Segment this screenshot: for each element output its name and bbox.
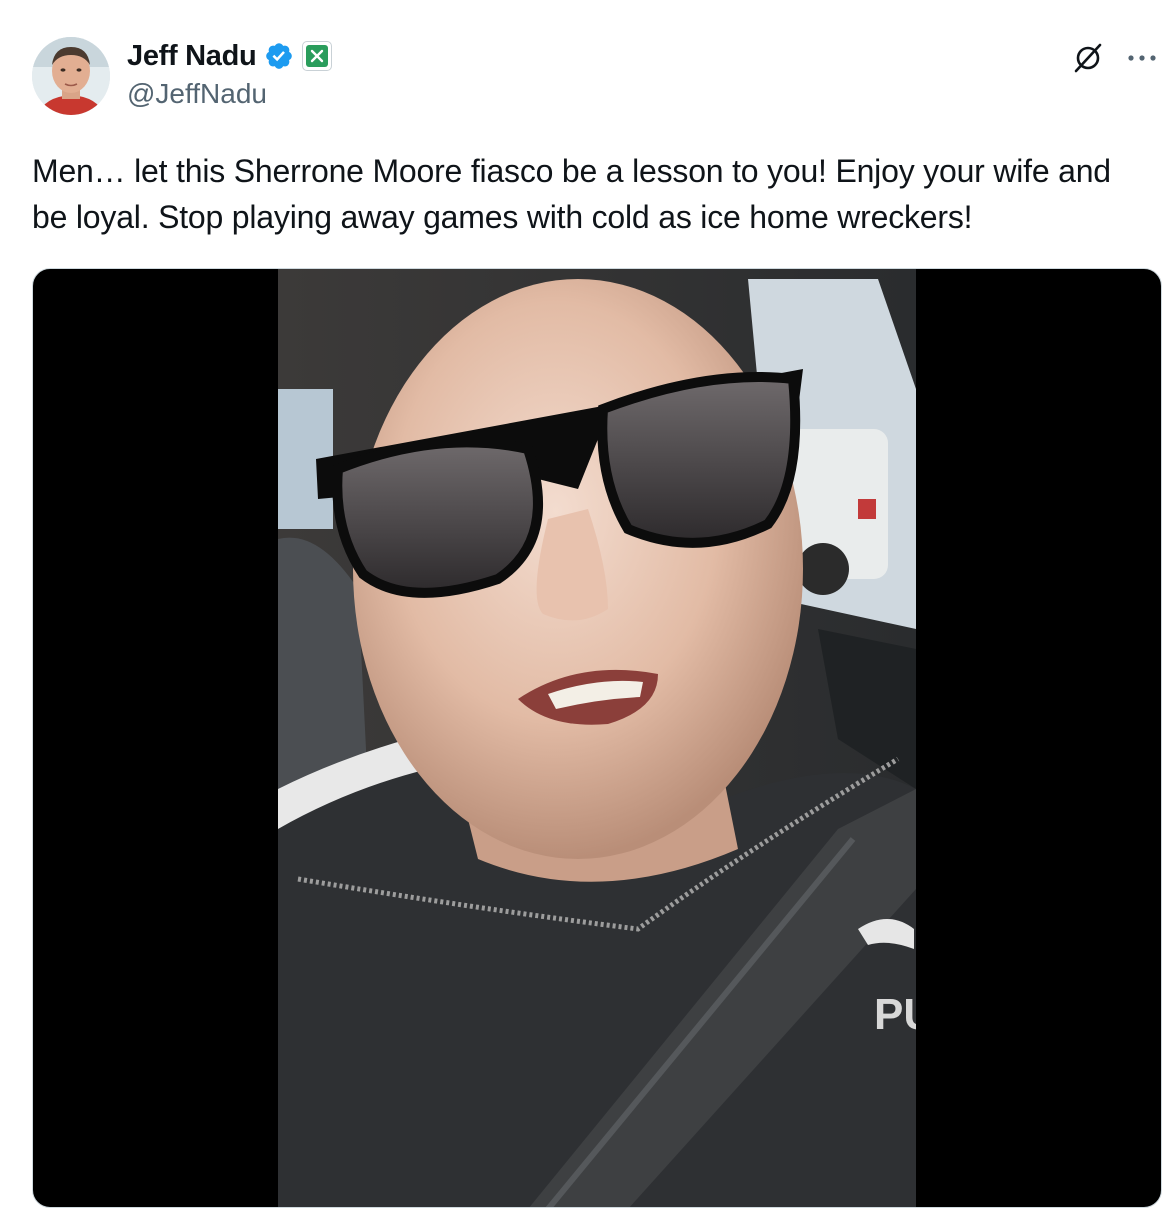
shirt-text: PU bbox=[874, 990, 916, 1039]
tweet-card: Jeff Nadu @JeffNadu Men… let this Sherro… bbox=[0, 0, 1174, 1208]
verified-badge-icon[interactable] bbox=[264, 41, 294, 71]
avatar-image bbox=[32, 37, 110, 115]
handle[interactable]: @JeffNadu bbox=[127, 78, 267, 110]
video-frame: PU bbox=[278, 269, 916, 1207]
x-badge-glyph bbox=[306, 45, 329, 67]
more-button[interactable] bbox=[1122, 38, 1162, 78]
more-icon bbox=[1128, 55, 1156, 61]
tweet-text: Men… let this Sherrone Moore fiasco be a… bbox=[32, 153, 1111, 235]
grok-button[interactable] bbox=[1068, 38, 1108, 78]
name-row: Jeff Nadu bbox=[127, 38, 333, 74]
grok-icon bbox=[1074, 43, 1102, 73]
video-player[interactable]: PU bbox=[32, 268, 1162, 1208]
display-name[interactable]: Jeff Nadu bbox=[127, 40, 257, 73]
avatar[interactable] bbox=[32, 37, 110, 115]
x-badge-icon[interactable] bbox=[302, 41, 333, 71]
